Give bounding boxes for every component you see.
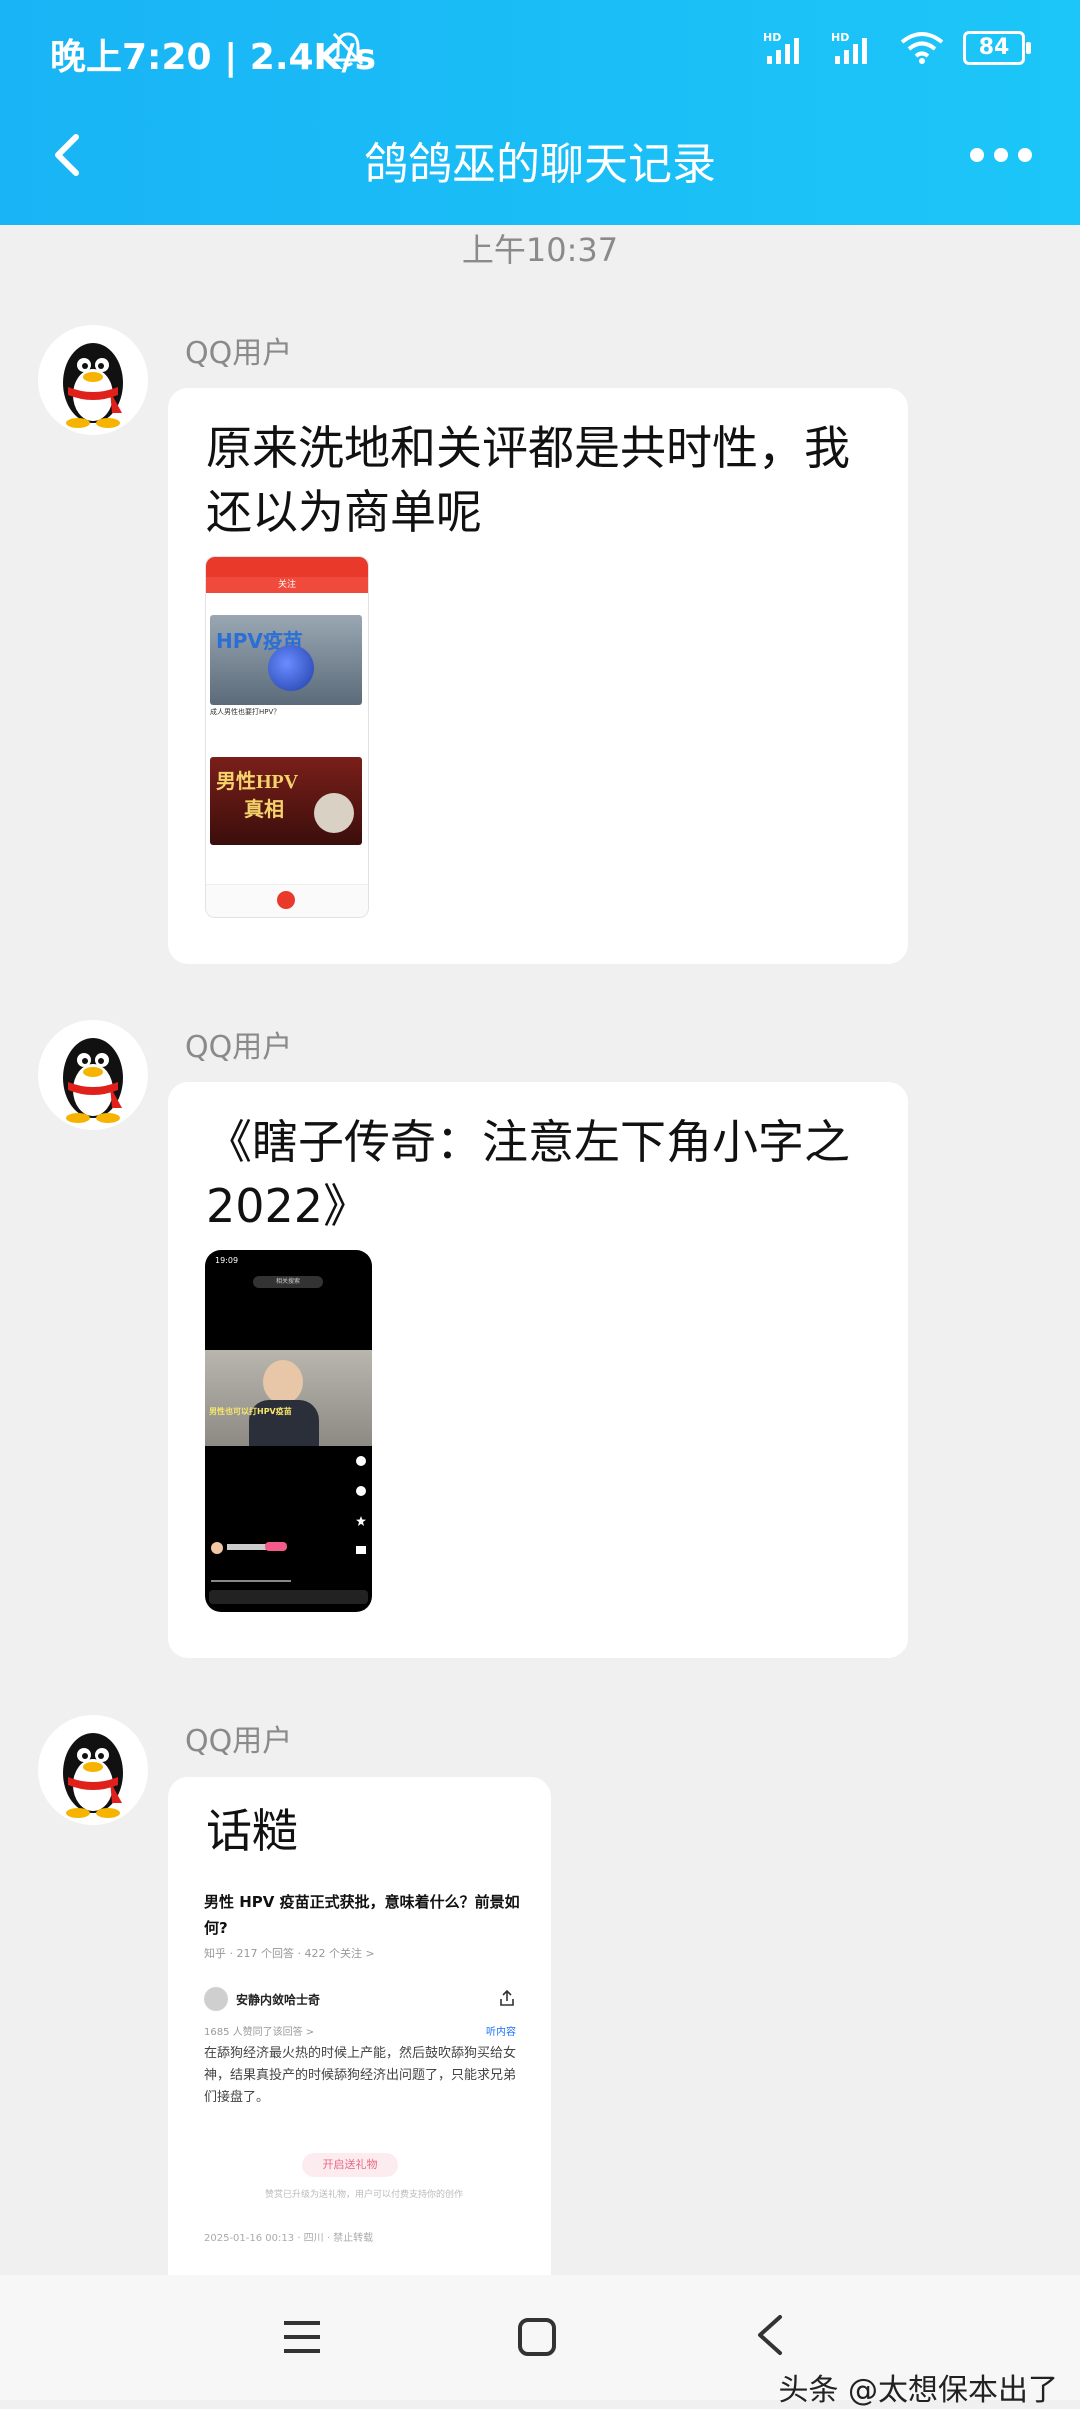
answer-body: 在舔狗经济最火热的时候上产能，然后鼓吹舔狗买给女神，结果真投产的时候舔狗经济出问… [204,2046,517,2105]
penguin-avatar-icon [63,343,123,428]
screenshot-card-image-2: 男性HPV 真相 [210,757,362,845]
dot-icon [1018,148,1032,162]
screenshot-card-image: HPV疫苗 [210,615,362,705]
message-bubble[interactable]: 原来洗地和关评都是共时性，我 还以为商单呢 关注 HPV疫苗 成人男性也要打HP… [168,388,908,964]
author-name: 安静内敛哈士奇 [236,1993,321,2007]
back-nav-icon[interactable] [752,2311,788,2359]
screenshot-searchbar: 相关搜索 [253,1276,323,1288]
message-bubble[interactable]: 《瞎子传奇：注意左下角小字之 2022》 19:09 相关搜索 男性也可以打HP… [168,1082,908,1658]
page-title: 鸽鸽巫的聊天记录 [364,139,716,190]
follow-badge [265,1542,287,1551]
comment-input[interactable] [209,1590,368,1604]
video-attachment[interactable]: 19:09 相关搜索 男性也可以打HPV疫苗 [205,1250,372,1612]
message-text: 《瞎子传奇：注意左下角小字之 2022》 [206,1115,850,1233]
svg-text:HD: HD [831,31,849,44]
answer-footer: 2025-01-16 00:13 · 四川 · 禁止转载 [204,2233,374,2244]
screenshot-card-line: 成人男性也要打HPV？ [210,708,281,716]
more-options-button[interactable] [970,140,1040,170]
screenshot-time: 19:09 [215,1256,239,1265]
penguin-avatar-icon [63,1038,123,1123]
sender-name: QQ用户 [185,336,293,371]
svg-text:HD: HD [763,31,781,44]
avatar[interactable] [38,325,148,435]
share-icon[interactable] [356,1546,366,1554]
mute-bell-icon [330,32,366,67]
home-icon[interactable] [515,2315,559,2359]
signal-hd-icon: HD [763,31,799,64]
face-image [263,1360,303,1404]
status-bar: 晚上7:20 | 2.4K/s HD HD 84 [0,0,1080,100]
message-bubble[interactable]: 话糙 男性 HPV 疫苗正式获批，意味着什么？前景如何? 知乎 · 217 个回… [168,1777,551,2297]
screenshot-topbar [206,557,368,579]
listen-button[interactable]: 听内容 [486,2023,516,2038]
image-attachment[interactable]: 男性 HPV 疫苗正式获批，意味着什么？前景如何? 知乎 · 217 个回答 ·… [186,1885,536,2285]
status-icons: HD HD 84 [763,30,1031,66]
menu-icon[interactable] [280,2317,324,2357]
author-avatar [211,1542,223,1554]
plus-icon [277,891,295,909]
author-avatar [204,1987,228,2011]
author-name-bar [227,1544,267,1550]
signal-hd-icon-2: HD [831,31,867,64]
likes-count: 1685 人赞同了该回答 > [204,2027,315,2038]
zhihu-question-meta: 知乎 · 217 个回答 · 422 个关注 > [204,1947,375,1960]
video-caption: 男性也可以打HPV疫苗 [209,1407,292,1416]
dot-icon [994,148,1008,162]
like-icon[interactable] [356,1486,366,1496]
video-side-actions [356,1456,368,1556]
share-icon[interactable] [498,1989,516,2007]
virus-icon [268,645,314,691]
dot-icon [970,148,984,162]
sender-name: QQ用户 [185,1030,293,1065]
app-header: 晚上7:20 | 2.4K/s HD HD 84 鸽鸽巫的聊天记录 [0,0,1080,225]
screenshot-tab: 关注 [206,577,368,593]
status-time: 晚上7:20 | 2.4K/s [50,37,377,78]
watermark: 头条 @太想保本出了 [778,2373,1058,2408]
message-text: 原来洗地和关评都是共时性，我 还以为商单呢 [206,421,850,539]
star-icon[interactable] [356,1516,366,1526]
sender-name: QQ用户 [185,1724,293,1759]
battery-icon: 84 [963,31,1031,65]
screenshot-bottom-nav [206,884,368,917]
wifi-icon [900,32,944,64]
chat-timestamp: 上午10:37 [461,231,619,269]
message-text: 话糙 [206,1804,298,1858]
comment-icon[interactable] [356,1456,366,1466]
avatar[interactable] [38,1020,148,1130]
zhihu-question-title: 男性 HPV 疫苗正式获批，意味着什么？前景如何? [204,1893,520,1937]
penguin-avatar-icon [63,1733,123,1818]
image-attachment[interactable]: 关注 HPV疫苗 成人男性也要打HPV？ 男性HPV 真相 [205,556,369,918]
gift-note: 赞赏已升级为送礼物，用户可以付费支持你的创作 [264,2190,463,2200]
video-frame: 男性也可以打HPV疫苗 [205,1350,372,1446]
gift-button[interactable]: 开启送礼物 [302,2153,398,2177]
avatar[interactable] [38,1715,148,1825]
progress-bar [211,1580,291,1582]
flower-image [314,793,354,833]
